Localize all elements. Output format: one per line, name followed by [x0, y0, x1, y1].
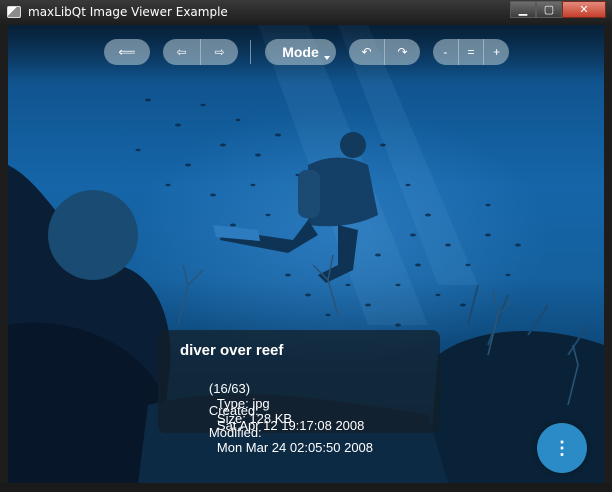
- rotate-left-button[interactable]: ↶: [349, 39, 384, 65]
- next-image-button[interactable]: ⇨: [200, 39, 238, 65]
- zoom-out-button[interactable]: -: [433, 39, 458, 65]
- toolbar: ⟸ ⇦ ⇨ Mode ↶ ↷ - = +: [8, 39, 604, 67]
- zoom-reset-button[interactable]: =: [457, 39, 484, 65]
- mode-label: Mode: [282, 44, 319, 60]
- image-name: diver over reef: [180, 342, 284, 359]
- diver-silhouette: [213, 132, 378, 283]
- info-line-modified: Modified: Mon Mar 24 02:05:50 2008: [180, 410, 373, 470]
- zoom-group: - = +: [433, 39, 509, 65]
- app-window: maxLibQt Image Viewer Example ▁ ▢ ✕ ⟸ ⇦ …: [0, 0, 612, 492]
- window-title: maxLibQt Image Viewer Example: [28, 5, 228, 19]
- maximize-button[interactable]: ▢: [536, 1, 562, 18]
- modified-label: Modified:: [208, 425, 262, 440]
- dropdown-caret-icon: [324, 56, 330, 60]
- app-icon: [7, 6, 21, 18]
- rotate-group: ↶ ↷: [349, 39, 420, 65]
- modified-value: Mon Mar 24 02:05:50 2008: [216, 440, 374, 455]
- previous-image-button[interactable]: ⇦: [163, 39, 200, 65]
- prev-next-group: ⇦ ⇨: [163, 39, 238, 65]
- close-button[interactable]: ✕: [562, 1, 606, 18]
- minimize-button[interactable]: ▁: [510, 1, 536, 18]
- toolbar-divider: [250, 40, 251, 64]
- image-viewport[interactable]: ⟸ ⇦ ⇨ Mode ↶ ↷ - = + diver over reef (16…: [8, 25, 604, 483]
- back-button[interactable]: ⟸: [104, 39, 150, 65]
- rotate-right-button[interactable]: ↷: [384, 39, 420, 65]
- zoom-in-button[interactable]: +: [483, 39, 509, 65]
- image-info-panel: diver over reef (16/63) Type: jpg Size: …: [158, 330, 440, 455]
- window-bottom-border: [0, 483, 612, 492]
- mode-dropdown-button[interactable]: Mode: [265, 39, 336, 65]
- title-bar[interactable]: maxLibQt Image Viewer Example ▁ ▢ ✕: [0, 0, 612, 25]
- more-options-button[interactable]: ⋮: [537, 423, 587, 473]
- window-controls: ▁ ▢ ✕: [510, 1, 606, 19]
- kebab-menu-icon: ⋮: [553, 437, 571, 458]
